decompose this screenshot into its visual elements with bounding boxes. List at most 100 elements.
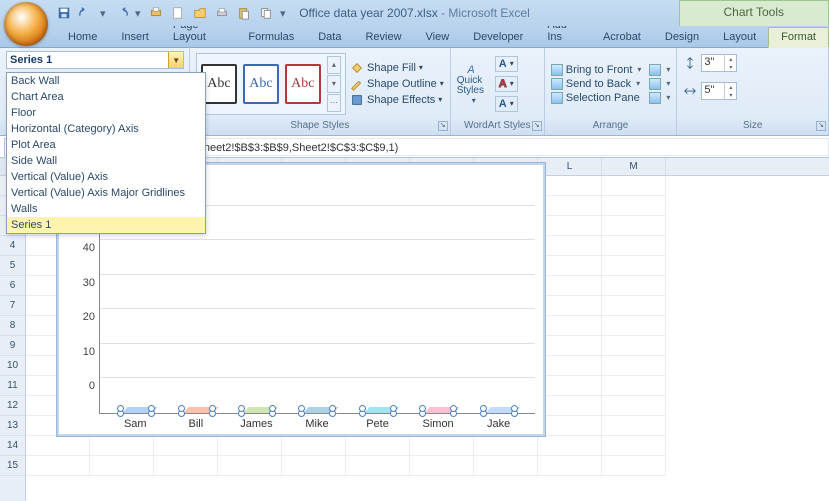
cell[interactable] [538,236,602,256]
cell[interactable] [602,396,666,416]
shape-outline-button[interactable]: Shape Outline▾ [350,77,444,91]
cell[interactable] [282,456,346,476]
row-header[interactable]: 9 [0,336,25,356]
undo-dropdown-icon[interactable]: ▾ [100,7,107,20]
undo-icon[interactable] [78,5,94,21]
row-header[interactable]: 15 [0,456,25,476]
cell[interactable] [538,396,602,416]
tab-formulas[interactable]: Formulas [236,28,306,47]
cell[interactable] [90,456,154,476]
cell[interactable] [602,316,666,336]
new-icon[interactable] [170,5,186,21]
cell[interactable] [602,376,666,396]
shape-style-swatch-1[interactable]: Abc [201,64,237,104]
chart-element-combo[interactable]: ▼ [6,51,184,69]
gallery-down-icon[interactable]: ▾ [327,75,341,93]
align-button[interactable]: ▾ [649,64,670,76]
row-header[interactable]: 14 [0,436,25,456]
tab-data[interactable]: Data [306,28,353,47]
cell[interactable] [602,336,666,356]
cell[interactable] [538,276,602,296]
selection-handle[interactable] [511,405,518,412]
cell[interactable] [538,376,602,396]
selection-handle[interactable] [359,405,366,412]
cell[interactable] [602,436,666,456]
selection-handle[interactable] [238,405,245,412]
spinner-down-icon[interactable]: ▾ [724,63,736,71]
cell[interactable] [538,296,602,316]
column-header[interactable]: L [538,158,602,175]
cell[interactable] [282,436,346,456]
height-stepper[interactable]: 3"▴▾ [701,54,737,72]
shape-style-gallery[interactable]: Abc Abc Abc ▴ ▾ ⋯ [196,53,346,115]
print-preview-icon[interactable] [148,5,164,21]
cell[interactable] [474,456,538,476]
cell[interactable] [538,436,602,456]
cell[interactable] [26,436,90,456]
copy-icon[interactable] [258,5,274,21]
cell[interactable] [602,296,666,316]
dialog-launcher-icon[interactable]: ↘ [438,121,448,131]
cell[interactable] [538,176,602,196]
cell[interactable] [410,436,474,456]
cell[interactable] [538,316,602,336]
dropdown-item[interactable]: Chart Area [7,89,205,105]
open-icon[interactable] [192,5,208,21]
dropdown-item[interactable]: Vertical (Value) Axis [7,169,205,185]
dropdown-item[interactable]: Series 1 [7,217,205,233]
cell[interactable] [602,256,666,276]
shape-effects-button[interactable]: Shape Effects▾ [350,93,444,107]
formula-input[interactable]: =SERIES(,Sheet2!$B$3:$B$9,Sheet2!$C$3:$C… [138,138,829,156]
shape-style-swatch-3[interactable]: Abc [285,64,321,104]
cell[interactable] [474,436,538,456]
row-header[interactable]: 12 [0,396,25,416]
quick-styles-button[interactable]: A Quick Styles ▾ [457,63,491,105]
rotate-button[interactable]: ▾ [649,92,670,104]
row-header[interactable]: 13 [0,416,25,436]
row-header[interactable]: 5 [0,256,25,276]
text-outline-button[interactable]: A▾ [495,76,518,92]
cell[interactable] [602,356,666,376]
spinner-up-icon[interactable]: ▴ [724,55,736,63]
group-button[interactable]: ▾ [649,78,670,90]
quick-print-icon[interactable] [214,5,230,21]
dropdown-item[interactable]: Back Wall [7,73,205,89]
tab-acrobat[interactable]: Acrobat [591,28,653,47]
dropdown-item[interactable]: Vertical (Value) Axis Major Gridlines [7,185,205,201]
cell[interactable] [346,456,410,476]
redo-dropdown-icon[interactable]: ▾ [135,7,142,20]
cell[interactable] [346,436,410,456]
column-header[interactable]: M [602,158,666,175]
cell[interactable] [602,196,666,216]
selection-handle[interactable] [390,405,397,412]
shape-style-swatch-2[interactable]: Abc [243,64,279,104]
dropdown-item[interactable]: Plot Area [7,137,205,153]
tab-format[interactable]: Format [768,27,829,48]
cell[interactable] [538,216,602,236]
dropdown-item[interactable]: Horizontal (Category) Axis [7,121,205,137]
cell[interactable] [602,416,666,436]
shape-fill-button[interactable]: Shape Fill▾ [350,61,444,75]
cell[interactable] [538,456,602,476]
selection-handle[interactable] [480,405,487,412]
row-header[interactable]: 7 [0,296,25,316]
paste-icon[interactable] [236,5,252,21]
save-icon[interactable] [56,5,72,21]
row-header[interactable]: 10 [0,356,25,376]
selection-handle[interactable] [269,405,276,412]
cell[interactable] [602,236,666,256]
dialog-launcher-icon[interactable]: ↘ [816,121,826,131]
bring-to-front-button[interactable]: Bring to Front▾ [551,64,642,76]
redo-icon[interactable] [113,5,129,21]
cell[interactable] [602,216,666,236]
tab-review[interactable]: Review [353,28,413,47]
cell[interactable] [602,456,666,476]
office-button[interactable] [4,2,48,46]
chevron-down-icon[interactable]: ▼ [168,52,183,68]
cell[interactable] [538,356,602,376]
cell[interactable] [410,456,474,476]
selection-pane-button[interactable]: Selection Pane [551,92,642,104]
cell[interactable] [218,436,282,456]
tab-design[interactable]: Design [653,28,711,47]
row-header[interactable]: 4 [0,236,25,256]
